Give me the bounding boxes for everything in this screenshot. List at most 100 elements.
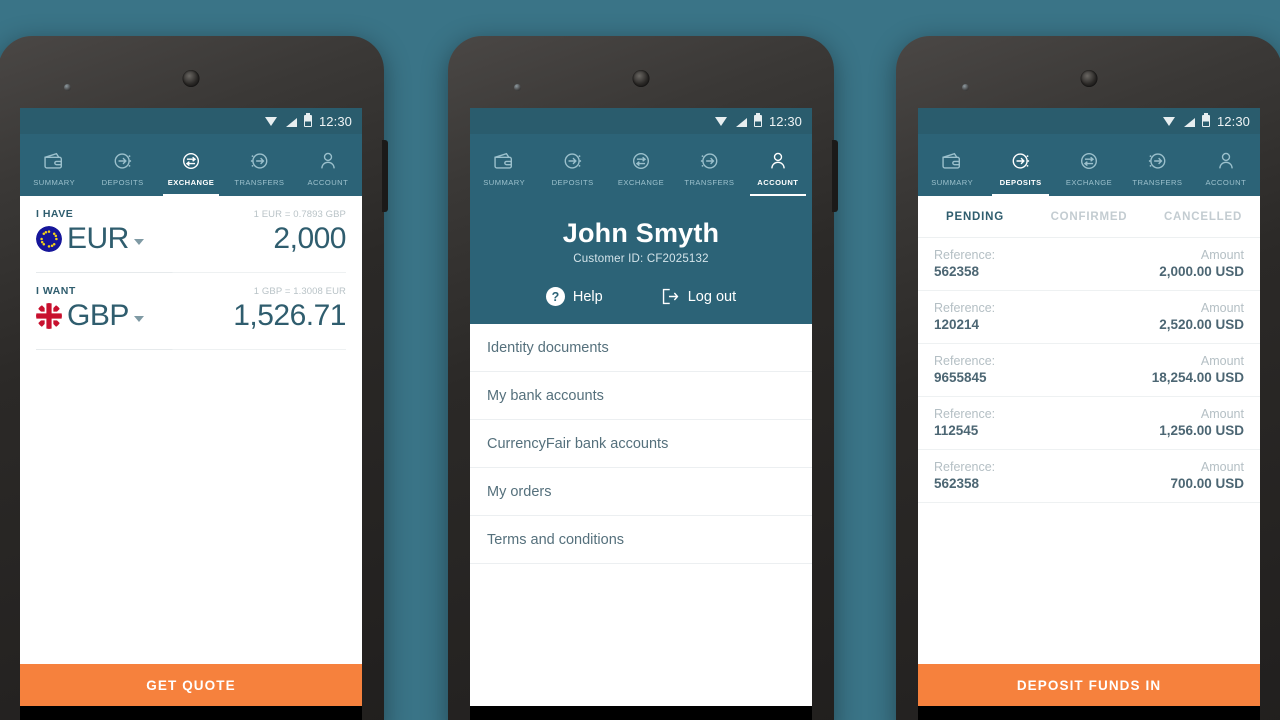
menu-item-terms-and-conditions[interactable]: Terms and conditions <box>470 516 812 564</box>
nav-tab-label: EXCHANGE <box>1065 177 1113 187</box>
deposit-row[interactable]: Reference: 112545 Amount 1,256.00 USD <box>918 397 1260 450</box>
i-have-currency-code: EUR <box>67 222 129 255</box>
phone-deposits: 12:30 SUMMARY DEPOSITS EXCHANGE TRANSFER… <box>896 36 1280 720</box>
nav-tab-label: ACCOUNT <box>307 177 349 187</box>
nav-tab-deposits[interactable]: DEPOSITS <box>88 134 156 196</box>
transfer-icon <box>246 148 272 174</box>
nav-tab-transfers[interactable]: TRANSFERS <box>1123 134 1191 196</box>
deposit-row[interactable]: Reference: 562358 Amount 2,000.00 USD <box>918 238 1260 291</box>
earpiece-icon <box>632 70 650 87</box>
deposit-status-tabs: PENDING CONFIRMED CANCELLED <box>918 196 1260 238</box>
account-hero: John Smyth Customer ID: CF2025132 ? Help <box>470 196 812 324</box>
i-want-amount[interactable]: 1,526.71 <box>233 299 346 333</box>
amount-value: 18,254.00 USD <box>1151 370 1244 385</box>
nav-tab-exchange[interactable]: EXCHANGE <box>607 134 675 196</box>
menu-item-my-bank-accounts[interactable]: My bank accounts <box>470 372 812 420</box>
nav-tab-label: ACCOUNT <box>757 177 799 187</box>
question-mark-icon: ? <box>545 287 565 306</box>
account-content: John Smyth Customer ID: CF2025132 ? Help <box>470 196 812 706</box>
transfer-icon <box>1144 148 1170 174</box>
nav-tab-deposits[interactable]: DEPOSITS <box>538 134 606 196</box>
reference-label: Reference: <box>934 354 996 368</box>
top-navigation: SUMMARY DEPOSITS EXCHANGE TRANSFERS ACCO… <box>20 134 362 196</box>
help-button[interactable]: ? Help <box>545 287 603 306</box>
nav-tab-account[interactable]: ACCOUNT <box>294 134 362 196</box>
nav-tab-label: DEPOSITS <box>101 177 144 187</box>
nav-tab-label: EXCHANGE <box>617 177 665 187</box>
tab-pending[interactable]: PENDING <box>918 196 1032 237</box>
amount-label: Amount <box>1200 407 1244 421</box>
status-bar: 12:30 <box>20 108 362 134</box>
nav-tab-transfers[interactable]: TRANSFERS <box>675 134 743 196</box>
earpiece-icon <box>182 70 200 87</box>
nav-tab-exchange[interactable]: EXCHANGE <box>157 134 225 196</box>
top-navigation: SUMMARY DEPOSITS EXCHANGE TRANSFERS ACCO… <box>470 134 812 196</box>
reference-value: 120214 <box>934 317 980 332</box>
wallet-icon <box>491 148 517 174</box>
signal-icon <box>285 116 297 127</box>
phone1-screen: 12:30 SUMMARY DEPOSITS EXCHANGE TRANSFER… <box>20 108 362 706</box>
nav-tab-label: SUMMARY <box>483 177 526 187</box>
amount-label: Amount <box>1200 301 1244 315</box>
i-want-currency-selector[interactable]: GBP <box>36 299 144 333</box>
wifi-icon <box>1162 116 1176 127</box>
tab-cancelled[interactable]: CANCELLED <box>1146 196 1260 237</box>
nav-tab-account[interactable]: ACCOUNT <box>1192 134 1260 196</box>
menu-item-identity-documents[interactable]: Identity documents <box>470 324 812 372</box>
nav-tab-label: TRANSFERS <box>684 177 735 187</box>
nav-tab-transfers[interactable]: TRANSFERS <box>225 134 293 196</box>
menu-item-currencyfair-bank-accounts[interactable]: CurrencyFair bank accounts <box>470 420 812 468</box>
account-icon <box>315 148 341 174</box>
amount-value: 1,256.00 USD <box>1159 423 1244 438</box>
deposit-icon <box>110 148 136 174</box>
exchange-content: I HAVE 1 EUR = 0.7893 GBP EUR 2,000 I WA… <box>20 196 362 706</box>
status-clock: 12:30 <box>1216 113 1250 129</box>
front-camera-icon <box>64 84 71 91</box>
nav-tab-summary[interactable]: SUMMARY <box>20 134 88 196</box>
nav-tab-summary[interactable]: SUMMARY <box>918 134 986 196</box>
i-want-label: I WANT <box>36 285 76 297</box>
deposit-list: Reference: 562358 Amount 2,000.00 USD Re… <box>918 238 1260 664</box>
tab-confirmed[interactable]: CONFIRMED <box>1032 196 1146 237</box>
amount-label: Amount <box>1200 354 1244 368</box>
deposits-content: PENDING CONFIRMED CANCELLED Reference: 5… <box>918 196 1260 706</box>
i-want-currency-code: GBP <box>67 299 129 332</box>
i-want-row: I WANT 1 GBP = 1.3008 EUR GBP 1,526.71 <box>20 273 362 339</box>
screenshot-stage: 12:30 SUMMARY DEPOSITS EXCHANGE TRANSFER… <box>0 0 1280 720</box>
reference-value: 562358 <box>934 476 980 491</box>
help-label: Help <box>572 288 603 305</box>
i-have-rate: 1 EUR = 0.7893 GBP <box>253 209 346 220</box>
power-button[interactable] <box>382 140 388 212</box>
nav-tab-deposits[interactable]: DEPOSITS <box>986 134 1054 196</box>
get-quote-button[interactable]: GET QUOTE <box>20 664 362 706</box>
reference-label: Reference: <box>934 407 996 421</box>
amount-label: Amount <box>1200 460 1244 474</box>
i-want-rate: 1 GBP = 1.3008 EUR <box>253 286 346 297</box>
logout-icon <box>661 288 680 305</box>
wifi-icon <box>714 116 728 127</box>
nav-tab-label: SUMMARY <box>33 177 76 187</box>
nav-tab-exchange[interactable]: EXCHANGE <box>1055 134 1123 196</box>
battery-icon <box>753 115 762 127</box>
i-have-currency-selector[interactable]: EUR <box>36 222 144 256</box>
power-button[interactable] <box>832 140 838 212</box>
account-actions: ? Help Log out <box>482 287 800 306</box>
front-camera-icon <box>514 84 521 91</box>
nav-tab-label: SUMMARY <box>931 177 974 187</box>
wifi-icon <box>264 116 278 127</box>
nav-tab-summary[interactable]: SUMMARY <box>470 134 538 196</box>
android-nav-bar <box>470 706 812 720</box>
logout-button[interactable]: Log out <box>661 287 736 306</box>
amount-value: 700.00 USD <box>1170 476 1244 491</box>
deposit-row[interactable]: Reference: 9655845 Amount 18,254.00 USD <box>918 344 1260 397</box>
nav-tab-account[interactable]: ACCOUNT <box>744 134 812 196</box>
deposit-funds-in-button[interactable]: DEPOSIT FUNDS IN <box>918 664 1260 706</box>
deposit-row[interactable]: Reference: 120214 Amount 2,520.00 USD <box>918 291 1260 344</box>
nav-tab-label: EXCHANGE <box>167 177 215 187</box>
i-have-amount[interactable]: 2,000 <box>273 222 346 256</box>
deposit-row[interactable]: Reference: 562358 Amount 700.00 USD <box>918 450 1260 503</box>
menu-item-my-orders[interactable]: My orders <box>470 468 812 516</box>
nav-tab-label: TRANSFERS <box>234 177 285 187</box>
eu-flag-icon <box>36 226 62 252</box>
